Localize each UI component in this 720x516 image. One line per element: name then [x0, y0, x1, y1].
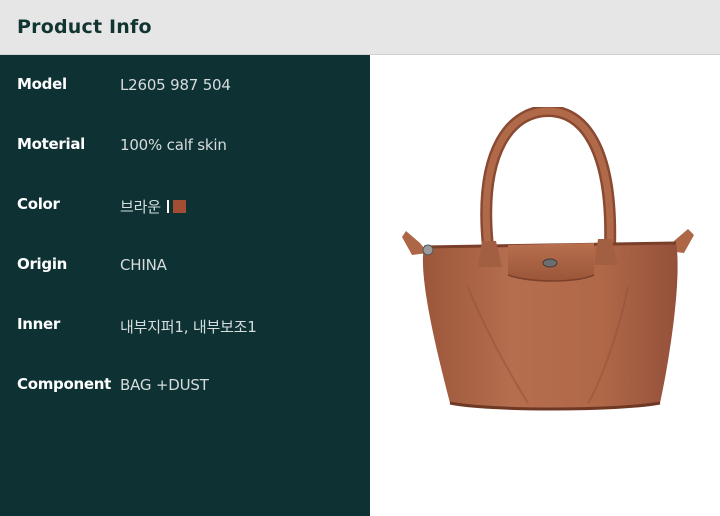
- spec-row-origin: Origin CHINA: [0, 255, 370, 279]
- spec-value: CHINA: [120, 256, 167, 274]
- separator-bar: [166, 200, 169, 213]
- spec-value: 100% calf skin: [120, 136, 227, 154]
- spec-label: Origin: [17, 255, 68, 273]
- color-swatch: [172, 200, 186, 213]
- spec-row-model: Model L2605 987 504: [0, 75, 370, 99]
- spec-row-color: Color 브라운: [0, 195, 370, 219]
- page-title: Product Info: [17, 16, 152, 38]
- spec-label: Component: [17, 375, 111, 393]
- page-header: Product Info: [0, 0, 720, 55]
- spec-label: Model: [17, 75, 67, 93]
- spec-panel: Model L2605 987 504 Moterial 100% calf s…: [0, 55, 370, 516]
- spec-row-inner: Inner 내부지퍼1, 내부보조1: [0, 315, 370, 339]
- tote-bag-photo: [402, 107, 694, 411]
- spec-label: Color: [17, 195, 60, 213]
- spec-value-color: 브라운: [120, 196, 186, 217]
- spec-value: 내부지퍼1, 내부보조1: [120, 318, 257, 336]
- spec-row-material: Moterial 100% calf skin: [0, 135, 370, 159]
- spec-row-component: Component BAG +DUST: [0, 375, 370, 399]
- spec-value: BAG +DUST: [120, 376, 209, 394]
- color-name: 브라운: [120, 198, 161, 216]
- spec-label: Inner: [17, 315, 61, 333]
- spec-value: L2605 987 504: [120, 76, 231, 94]
- product-image-area: [370, 55, 720, 516]
- spec-label: Moterial: [17, 135, 85, 153]
